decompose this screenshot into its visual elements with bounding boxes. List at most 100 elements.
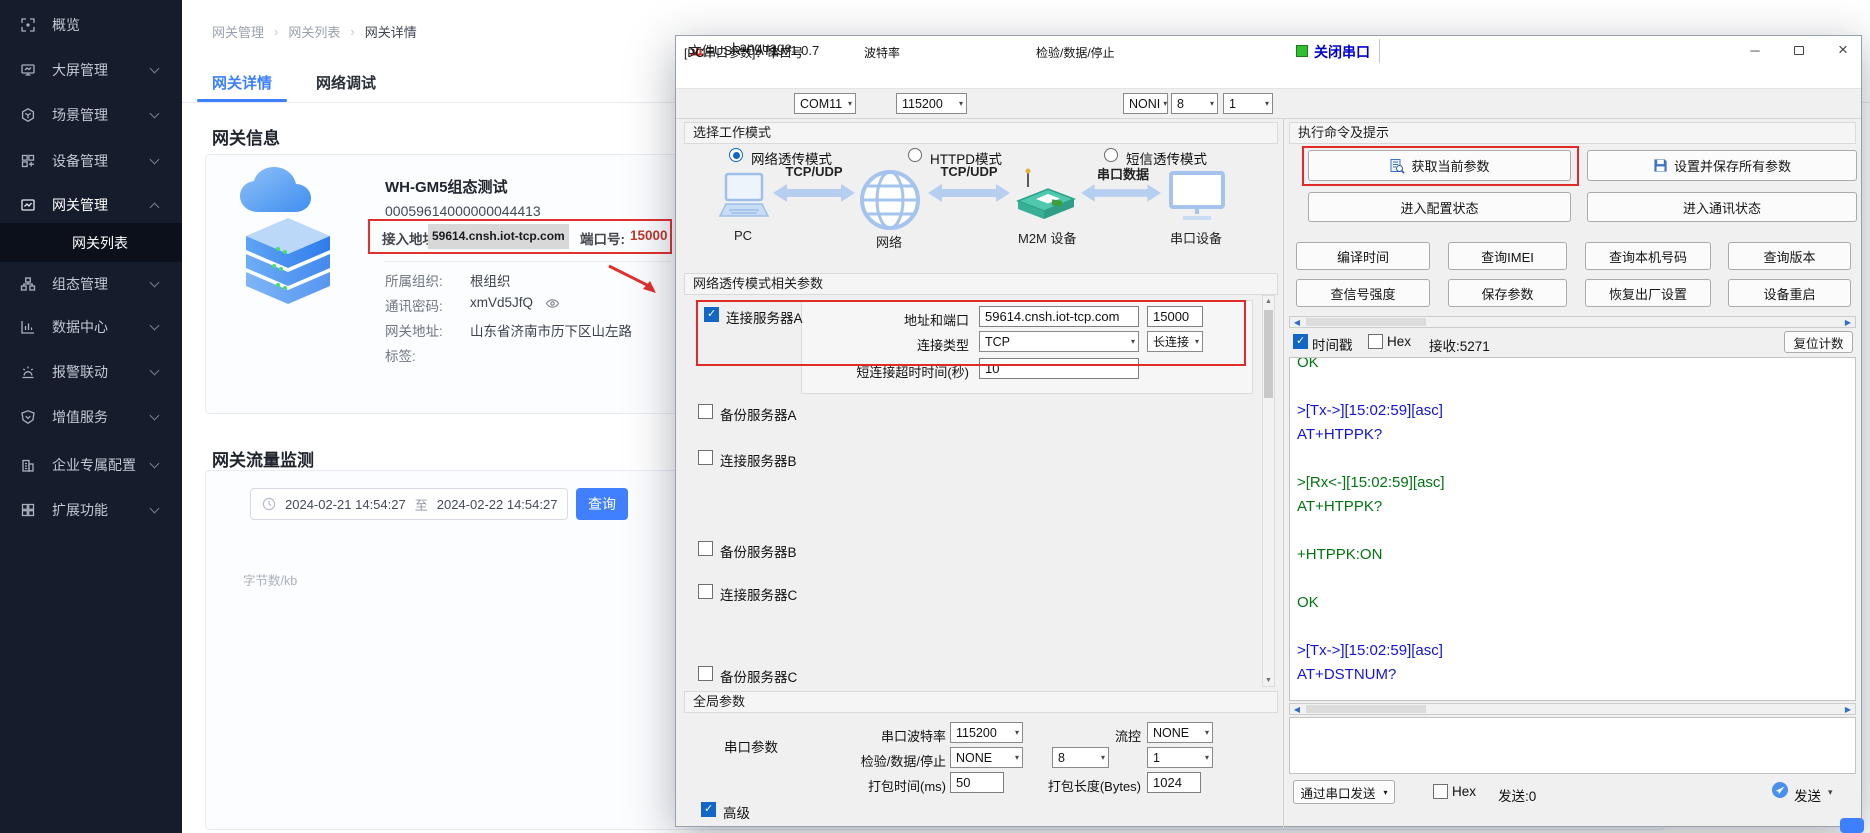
query-version-button[interactable]: 查询版本 (1728, 242, 1851, 270)
serial-databits-select[interactable]: 8▾ (1052, 747, 1109, 768)
serial-pds-label: 检验/数据/停止 (836, 751, 946, 770)
enter-config-button[interactable]: 进入配置状态 (1308, 192, 1571, 222)
net-params-header: 网络透传模式相关参数 (684, 273, 1278, 295)
radio-net-passthrough[interactable] (729, 148, 743, 162)
tab-gateway-detail[interactable]: 网关详情 (212, 72, 272, 93)
serial-stopbits-select[interactable]: 1▾ (1147, 747, 1213, 768)
scroll-right-arrow: ▶ (1841, 704, 1855, 714)
query-signal-button[interactable]: 查信号强度 (1296, 279, 1430, 307)
reset-count-button[interactable]: 复位计数 (1784, 331, 1853, 353)
maximize-button[interactable] (1782, 36, 1816, 64)
serial-data-label: 串口数据 (1084, 164, 1162, 183)
device-icon (20, 153, 36, 169)
breadcrumb-gateway-list[interactable]: 网关列表 (288, 22, 340, 41)
scroll-down-arrow: ▼ (1263, 677, 1274, 684)
sidebar-item-device[interactable]: 设备管理 (0, 147, 182, 175)
backup-server-c-checkbox[interactable] (698, 666, 713, 681)
server-b-checkbox[interactable] (698, 450, 713, 465)
conn-type-select[interactable]: TCP▾ (979, 331, 1139, 352)
close-port-button[interactable]: 关闭串口 (1314, 42, 1370, 62)
save-params-button[interactable]: 保存参数 (1448, 279, 1567, 307)
sidebar-item-configuration[interactable]: 组态管理 (0, 270, 182, 298)
log-line: >[Rx<-][15:02:59][asc] (1297, 471, 1855, 495)
log-output[interactable]: OK>[Tx->][15:02:59][asc]AT+HTPPK?>[Rx<-]… (1289, 357, 1856, 701)
left-panel-scrollbar[interactable]: ▲ ▼ (1262, 295, 1275, 687)
query-imei-button[interactable]: 查询IMEI (1448, 242, 1567, 270)
menubar (676, 64, 1861, 89)
sidebar-item-gateway-list[interactable]: 网关列表 (0, 223, 182, 262)
horizontal-scrollbar[interactable]: ◀ ▶ (1289, 703, 1856, 715)
query-button[interactable]: 查询 (576, 488, 628, 520)
serial-parity-select[interactable]: NONE▾ (950, 747, 1023, 768)
server-a-address-input[interactable]: 59614.cnsh.iot-tcp.com (979, 306, 1139, 327)
sidebar-item-value-added[interactable]: 增值服务 (0, 403, 182, 431)
chevron-down-icon: ▾ (1205, 753, 1209, 762)
compile-time-button[interactable]: 编译时间 (1296, 242, 1430, 270)
send-input[interactable] (1289, 717, 1856, 774)
send-via-serial-select[interactable]: 通过串口发送▾ (1293, 780, 1395, 804)
send-button[interactable]: 发送 (1794, 785, 1821, 805)
stopbits-select[interactable]: 1▾ (1223, 93, 1273, 114)
floating-widget[interactable] (1840, 818, 1864, 833)
tab-network-debug[interactable]: 网络调试 (316, 72, 376, 93)
server-a-checkbox[interactable] (704, 307, 719, 322)
date-range-input[interactable]: 2024-02-21 14:54:27 至 2024-02-22 14:54:2… (250, 488, 568, 520)
close-button[interactable]: × (1826, 36, 1860, 64)
pack-time-input[interactable]: 50 (950, 772, 1004, 793)
get-params-button[interactable]: 获取当前参数 (1308, 150, 1571, 181)
databits-select[interactable]: 8▾ (1171, 93, 1218, 114)
backup-server-a-checkbox[interactable] (698, 404, 713, 419)
recv-hex-checkbox[interactable] (1368, 334, 1383, 349)
bar-chart-icon (20, 319, 36, 335)
y-axis-unit: 字节数/kb (243, 570, 297, 589)
sidebar-item-overview[interactable]: 概览 (0, 11, 182, 39)
reboot-button[interactable]: 设备重启 (1728, 279, 1851, 307)
factory-reset-button[interactable]: 恢复出厂设置 (1585, 279, 1711, 307)
horizontal-scrollbar[interactable]: ◀ ▶ (1289, 316, 1856, 328)
minimize-button[interactable]: ─ (1738, 36, 1772, 64)
backup-server-b-checkbox[interactable] (698, 541, 713, 556)
flow-select[interactable]: NONE▾ (1147, 722, 1213, 743)
global-params-header: 全局参数 (684, 691, 1278, 713)
radio-httpd[interactable] (908, 148, 922, 162)
chevron-down-icon: ▾ (1210, 99, 1214, 108)
send-count: 发送:0 (1498, 785, 1536, 805)
sidebar-item-extension[interactable]: 扩展功能 (0, 496, 182, 524)
sidebar-item-gateway[interactable]: 网关管理 (0, 191, 182, 219)
advanced-checkbox[interactable] (701, 802, 716, 817)
enter-comm-button[interactable]: 进入通讯状态 (1587, 192, 1857, 222)
timestamp-checkbox[interactable] (1293, 334, 1308, 349)
sidebar-item-bigscreen[interactable]: 大屏管理 (0, 56, 182, 84)
sidebar-item-enterprise[interactable]: 企业专属配置 (0, 451, 182, 479)
arrow-icon (928, 184, 1010, 202)
server-c-checkbox[interactable] (698, 584, 713, 599)
eye-icon[interactable] (545, 297, 560, 311)
sidebar-item-datacenter[interactable]: 数据中心 (0, 313, 182, 341)
sidebar: 概览 大屏管理 场景管理 设备管理 网关管理 网关列表 组态管理 (0, 0, 182, 833)
window-titlebar[interactable] (676, 36, 1861, 64)
conn-mode-select[interactable]: 长连接▾ (1147, 331, 1203, 352)
query-phone-button[interactable]: 查询本机号码 (1585, 242, 1711, 270)
parity-select[interactable]: NONI▾ (1123, 93, 1168, 114)
chevron-down-icon: ▾ (1163, 99, 1167, 108)
sidebar-item-alarm[interactable]: 报警联动 (0, 358, 182, 386)
pack-len-input[interactable]: 1024 (1147, 772, 1201, 793)
scrollbar-thumb (1306, 318, 1426, 326)
badge-icon (20, 409, 36, 425)
sidebar-item-scene[interactable]: 场景管理 (0, 101, 182, 129)
screen: 概览 大屏管理 场景管理 设备管理 网关管理 网关列表 组态管理 (0, 0, 1870, 833)
serial-baud-select[interactable]: 115200▾ (950, 722, 1023, 743)
send-hex-checkbox[interactable] (1433, 784, 1448, 799)
radio-sms[interactable] (1104, 148, 1118, 162)
scrollbar-thumb (1306, 705, 1426, 713)
server-a-port-input[interactable]: 15000 (1147, 306, 1203, 327)
baud-select[interactable]: 115200▾ (896, 93, 967, 114)
short-timeout-input[interactable]: 10 (979, 358, 1139, 379)
set-save-all-button[interactable]: 设置并保存所有参数 (1587, 150, 1857, 181)
serial-params-label: 串口参数 (724, 736, 778, 756)
breadcrumb-gateway-mgmt[interactable]: 网关管理 (212, 22, 264, 41)
com-port-select[interactable]: COM11▾ (794, 93, 856, 114)
chevron-down-icon: ▾ (1195, 337, 1199, 346)
chevron-down-icon[interactable]: ▾ (1828, 787, 1833, 798)
log-line (1297, 519, 1855, 543)
